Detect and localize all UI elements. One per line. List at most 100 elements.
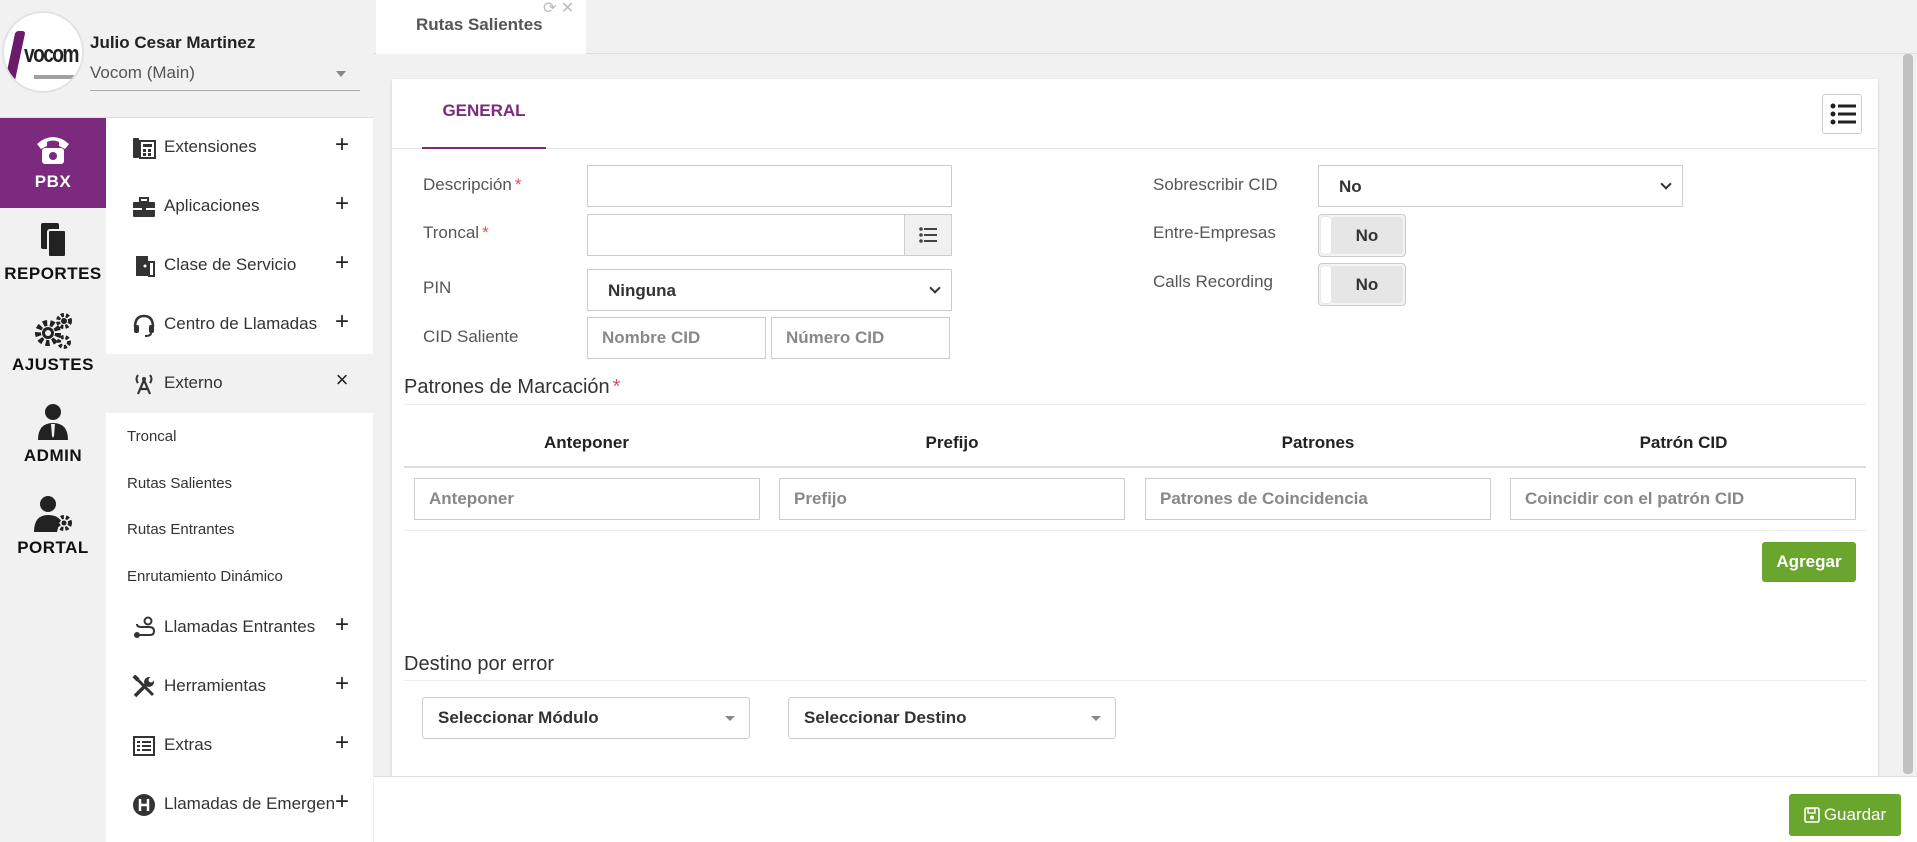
menu-item-extensiones[interactable]: Extensiones + [106, 118, 373, 177]
antenna-icon [135, 374, 153, 395]
required-mark: * [482, 223, 489, 242]
troncal-input[interactable] [587, 214, 906, 256]
door-exit-icon [136, 256, 155, 277]
descripcion-label-text: Descripción [423, 175, 512, 194]
headset-icon [133, 314, 155, 337]
descripcion-label: Descripción * [423, 175, 521, 195]
close-icon[interactable]: × [330, 367, 354, 393]
save-button-label: Guardar [1823, 805, 1887, 824]
rail-item-pbx[interactable]: PBX [0, 118, 106, 208]
toggle-value: No [1331, 266, 1403, 303]
plus-icon[interactable]: + [330, 788, 354, 816]
plus-icon[interactable]: + [330, 729, 354, 757]
patron-cid-input[interactable] [1510, 478, 1856, 520]
list-view-button[interactable] [1822, 94, 1862, 134]
rail-item-portal[interactable]: PORTAL [0, 484, 106, 574]
divider [404, 530, 1866, 531]
menu-item-llamadas-emergencia[interactable]: Llamadas de Emergen... + [106, 775, 373, 834]
floppy-disk-icon [1804, 807, 1820, 823]
user-gear-icon [34, 496, 72, 532]
nombre-cid-input[interactable] [587, 317, 766, 359]
close-icon[interactable]: ✕ [561, 0, 574, 17]
toggle-knob [1321, 217, 1331, 254]
plus-icon[interactable]: + [330, 131, 354, 159]
entre-empresas-toggle[interactable]: No [1318, 214, 1406, 257]
entre-empresas-label: Entre-Empresas [1153, 223, 1276, 242]
logo-mark [4, 31, 26, 83]
tenant-select[interactable]: Vocom (Main) [90, 63, 360, 91]
menu-item-clase-servicio[interactable]: Clase de Servicio + [106, 236, 373, 295]
destination-select[interactable]: Seleccionar Destino [788, 697, 1116, 739]
submenu-link-rutas-entrantes[interactable]: Rutas Entrantes [127, 521, 235, 538]
plus-icon[interactable]: + [330, 308, 354, 336]
save-button[interactable]: Guardar [1789, 794, 1901, 836]
refresh-icon[interactable]: ⟳ [543, 0, 556, 17]
tab-bar: Rutas Salientes ⟳ ✕ [374, 0, 1917, 54]
submenu-link-enrutamiento-dinamico[interactable]: Enrutamiento Dinámico [127, 568, 283, 585]
sobrescribir-cid-label: Sobrescribir CID [1153, 175, 1278, 194]
phone-icon [37, 137, 69, 164]
calls-recording-toggle[interactable]: No [1318, 263, 1406, 306]
tab-general[interactable]: GENERAL [422, 79, 546, 149]
pin-select[interactable]: Ninguna [587, 269, 952, 311]
submenu-link-rutas-salientes[interactable]: Rutas Salientes [127, 475, 232, 492]
divider [404, 404, 1866, 405]
rail-item-reportes[interactable]: REPORTES [0, 210, 106, 300]
menu-label: Herramientas [164, 676, 267, 695]
toggle-knob [1321, 266, 1331, 303]
sobrescribir-cid-value: No [1339, 177, 1362, 196]
column-header-anteponer: Anteponer [544, 433, 629, 452]
troncal-label: Troncal * [423, 223, 489, 243]
sidebar: vocom Julio Cesar Martinez Vocom (Main) … [0, 0, 373, 842]
numero-cid-input[interactable] [771, 317, 950, 359]
plus-icon[interactable]: + [330, 670, 354, 698]
module-select[interactable]: Seleccionar Módulo [422, 697, 750, 739]
menu-item-centro-llamadas[interactable]: Centro de Llamadas + [106, 295, 373, 354]
module-rail: PBX REPORTES AJUSTES ADMIN PORTAL [0, 118, 106, 842]
column-header-prefijo: Prefijo [925, 433, 979, 452]
add-pattern-button[interactable]: Agregar [1762, 542, 1856, 582]
office-phone-icon [133, 138, 156, 159]
patterns-section-title: Patrones de Marcación * [404, 376, 620, 399]
menu-item-extras[interactable]: Extras + [106, 716, 373, 775]
troncal-picker-button[interactable] [904, 214, 952, 256]
chevron-down-icon [1660, 178, 1672, 190]
plus-icon[interactable]: + [330, 190, 354, 218]
footer-bar: Guardar [374, 776, 1917, 842]
pin-select-value: Ninguna [608, 281, 676, 300]
plus-icon[interactable]: + [330, 249, 354, 277]
table-header-divider [404, 466, 1866, 468]
divider [404, 680, 1866, 681]
anteponer-input[interactable] [414, 478, 760, 520]
list-icon [919, 227, 937, 243]
plus-icon[interactable]: + [330, 611, 354, 639]
scrollbar-thumb[interactable] [1903, 54, 1913, 774]
sobrescribir-cid-select[interactable]: No [1318, 165, 1683, 207]
submenu-link-troncal[interactable]: Troncal [127, 428, 176, 445]
descripcion-input[interactable] [587, 165, 952, 207]
chevron-down-icon [929, 282, 941, 294]
rail-item-admin[interactable]: ADMIN [0, 392, 106, 482]
patrones-input[interactable] [1145, 478, 1491, 520]
toggle-value: No [1331, 217, 1403, 254]
menu-item-externo[interactable]: Externo × [106, 354, 373, 413]
prefijo-input[interactable] [779, 478, 1125, 520]
rail-label: PBX [34, 172, 72, 191]
menu-item-herramientas[interactable]: Herramientas + [106, 657, 373, 716]
avatar[interactable]: vocom [2, 11, 84, 93]
submenu: Extensiones + Aplicaciones + Clase de Se… [106, 118, 373, 842]
rail-item-ajustes[interactable]: AJUSTES [0, 301, 106, 391]
menu-item-aplicaciones[interactable]: Aplicaciones + [106, 177, 373, 236]
destination-select-placeholder: Seleccionar Destino [804, 708, 967, 727]
menu-item-llamadas-entrantes[interactable]: Llamadas Entrantes + [106, 598, 373, 657]
menu-label: Llamadas Entrantes [164, 617, 316, 636]
rail-label: PORTAL [17, 538, 89, 557]
gears-icon [35, 313, 72, 349]
list-icon [1830, 103, 1856, 125]
tab-rutas-salientes[interactable]: Rutas Salientes ⟳ ✕ [376, 0, 586, 54]
route-form-card: GENERAL Descripción * Troncal * PIN Ningun… [392, 79, 1878, 777]
admin-user-icon [38, 404, 68, 440]
user-header: vocom Julio Cesar Martinez Vocom (Main) [0, 0, 373, 118]
logo-text: vocom [24, 41, 79, 68]
page-scrollbar[interactable] [1899, 54, 1917, 776]
